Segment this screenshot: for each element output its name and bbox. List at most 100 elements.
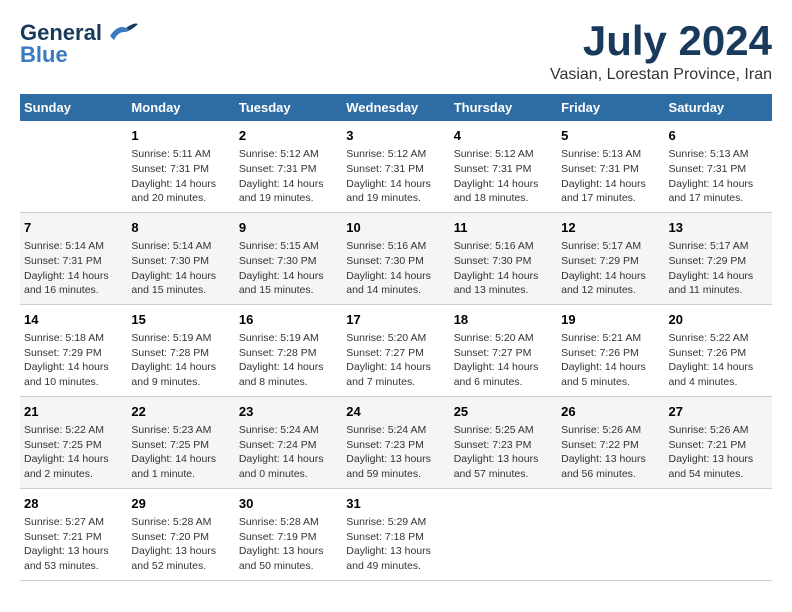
calendar-cell [20, 121, 127, 212]
calendar-cell [665, 488, 772, 580]
day-info: Sunrise: 5:18 AM Sunset: 7:29 PM Dayligh… [24, 331, 123, 390]
day-number: 21 [24, 403, 123, 421]
calendar-week-row: 21 Sunrise: 5:22 AM Sunset: 7:25 PM Dayli… [20, 396, 772, 488]
day-info: Sunrise: 5:20 AM Sunset: 7:27 PM Dayligh… [346, 331, 445, 390]
calendar-week-row: 1 Sunrise: 5:11 AM Sunset: 7:31 PM Daylig… [20, 121, 772, 212]
day-info: Sunrise: 5:14 AM Sunset: 7:31 PM Dayligh… [24, 239, 123, 298]
day-number: 11 [454, 219, 553, 237]
month-title: July 2024 [550, 20, 772, 62]
day-info: Sunrise: 5:22 AM Sunset: 7:25 PM Dayligh… [24, 423, 123, 482]
col-friday: Friday [557, 94, 664, 121]
logo-bird-icon [106, 22, 138, 44]
day-number: 20 [669, 311, 768, 329]
calendar-cell: 14 Sunrise: 5:18 AM Sunset: 7:29 PM Dayli… [20, 304, 127, 396]
day-info: Sunrise: 5:22 AM Sunset: 7:26 PM Dayligh… [669, 331, 768, 390]
calendar-week-row: 7 Sunrise: 5:14 AM Sunset: 7:31 PM Daylig… [20, 212, 772, 304]
col-tuesday: Tuesday [235, 94, 342, 121]
day-info: Sunrise: 5:26 AM Sunset: 7:22 PM Dayligh… [561, 423, 660, 482]
day-number: 7 [24, 219, 123, 237]
calendar-cell: 27 Sunrise: 5:26 AM Sunset: 7:21 PM Dayli… [665, 396, 772, 488]
calendar-cell [450, 488, 557, 580]
calendar-cell: 17 Sunrise: 5:20 AM Sunset: 7:27 PM Dayli… [342, 304, 449, 396]
day-info: Sunrise: 5:19 AM Sunset: 7:28 PM Dayligh… [239, 331, 338, 390]
logo-blue: Blue [20, 42, 68, 68]
day-number: 31 [346, 495, 445, 513]
calendar-week-row: 14 Sunrise: 5:18 AM Sunset: 7:29 PM Dayli… [20, 304, 772, 396]
calendar-cell: 30Sunrise: 5:28 AM Sunset: 7:19 PM Dayli… [235, 488, 342, 580]
calendar-cell: 31 Sunrise: 5:29 AM Sunset: 7:18 PM Dayli… [342, 488, 449, 580]
day-info: Sunrise: 5:24 AM Sunset: 7:23 PM Dayligh… [346, 423, 445, 482]
day-info: Sunrise: 5:16 AM Sunset: 7:30 PM Dayligh… [346, 239, 445, 298]
day-number: 24 [346, 403, 445, 421]
day-info: Sunrise: 5:20 AM Sunset: 7:27 PM Dayligh… [454, 331, 553, 390]
day-info: Sunrise: 5:27 AM Sunset: 7:21 PM Dayligh… [24, 515, 123, 574]
day-info: Sunrise: 5:28 AM Sunset: 7:19 PM Dayligh… [239, 515, 338, 574]
day-info: Sunrise: 5:24 AM Sunset: 7:24 PM Dayligh… [239, 423, 338, 482]
day-number: 18 [454, 311, 553, 329]
day-number: 2 [239, 127, 338, 145]
day-number: 1 [131, 127, 230, 145]
calendar-cell: 2Sunrise: 5:12 AM Sunset: 7:31 PM Daylig… [235, 121, 342, 212]
day-number: 25 [454, 403, 553, 421]
day-number: 14 [24, 311, 123, 329]
day-info: Sunrise: 5:16 AM Sunset: 7:30 PM Dayligh… [454, 239, 553, 298]
day-number: 3 [346, 127, 445, 145]
day-number: 27 [669, 403, 768, 421]
calendar-header-row: Sunday Monday Tuesday Wednesday Thursday… [20, 94, 772, 121]
day-info: Sunrise: 5:12 AM Sunset: 7:31 PM Dayligh… [346, 147, 445, 206]
day-info: Sunrise: 5:25 AM Sunset: 7:23 PM Dayligh… [454, 423, 553, 482]
logo: General Blue [20, 20, 138, 68]
day-number: 28 [24, 495, 123, 513]
day-number: 29 [131, 495, 230, 513]
day-info: Sunrise: 5:23 AM Sunset: 7:25 PM Dayligh… [131, 423, 230, 482]
day-number: 19 [561, 311, 660, 329]
calendar-cell: 5 Sunrise: 5:13 AM Sunset: 7:31 PM Daylig… [557, 121, 664, 212]
calendar-cell: 16Sunrise: 5:19 AM Sunset: 7:28 PM Dayli… [235, 304, 342, 396]
calendar-cell: 9 Sunrise: 5:15 AM Sunset: 7:30 PM Daylig… [235, 212, 342, 304]
calendar-cell: 1 Sunrise: 5:11 AM Sunset: 7:31 PM Daylig… [127, 121, 234, 212]
day-number: 8 [131, 219, 230, 237]
calendar-cell: 29Sunrise: 5:28 AM Sunset: 7:20 PM Dayli… [127, 488, 234, 580]
day-info: Sunrise: 5:26 AM Sunset: 7:21 PM Dayligh… [669, 423, 768, 482]
calendar-cell: 19 Sunrise: 5:21 AM Sunset: 7:26 PM Dayli… [557, 304, 664, 396]
calendar-cell: 21 Sunrise: 5:22 AM Sunset: 7:25 PM Dayli… [20, 396, 127, 488]
calendar-cell: 22Sunrise: 5:23 AM Sunset: 7:25 PM Dayli… [127, 396, 234, 488]
col-sunday: Sunday [20, 94, 127, 121]
day-number: 23 [239, 403, 338, 421]
day-info: Sunrise: 5:14 AM Sunset: 7:30 PM Dayligh… [131, 239, 230, 298]
day-info: Sunrise: 5:12 AM Sunset: 7:31 PM Dayligh… [454, 147, 553, 206]
calendar-week-row: 28 Sunrise: 5:27 AM Sunset: 7:21 PM Dayli… [20, 488, 772, 580]
day-number: 5 [561, 127, 660, 145]
calendar-cell: 11 Sunrise: 5:16 AM Sunset: 7:30 PM Dayli… [450, 212, 557, 304]
day-info: Sunrise: 5:29 AM Sunset: 7:18 PM Dayligh… [346, 515, 445, 574]
calendar-cell: 10 Sunrise: 5:16 AM Sunset: 7:30 PM Dayli… [342, 212, 449, 304]
day-number: 13 [669, 219, 768, 237]
day-number: 17 [346, 311, 445, 329]
calendar-table: Sunday Monday Tuesday Wednesday Thursday… [20, 94, 772, 581]
location-title: Vasian, Lorestan Province, Iran [550, 66, 772, 84]
day-info: Sunrise: 5:13 AM Sunset: 7:31 PM Dayligh… [561, 147, 660, 206]
day-info: Sunrise: 5:15 AM Sunset: 7:30 PM Dayligh… [239, 239, 338, 298]
calendar-cell: 20 Sunrise: 5:22 AM Sunset: 7:26 PM Dayli… [665, 304, 772, 396]
calendar-cell: 12Sunrise: 5:17 AM Sunset: 7:29 PM Dayli… [557, 212, 664, 304]
calendar-cell: 3 Sunrise: 5:12 AM Sunset: 7:31 PM Daylig… [342, 121, 449, 212]
calendar-cell [557, 488, 664, 580]
calendar-cell: 25 Sunrise: 5:25 AM Sunset: 7:23 PM Dayli… [450, 396, 557, 488]
day-number: 10 [346, 219, 445, 237]
day-number: 26 [561, 403, 660, 421]
day-info: Sunrise: 5:17 AM Sunset: 7:29 PM Dayligh… [669, 239, 768, 298]
day-number: 15 [131, 311, 230, 329]
calendar-cell: 6 Sunrise: 5:13 AM Sunset: 7:31 PM Daylig… [665, 121, 772, 212]
day-number: 9 [239, 219, 338, 237]
day-info: Sunrise: 5:21 AM Sunset: 7:26 PM Dayligh… [561, 331, 660, 390]
day-number: 12 [561, 219, 660, 237]
day-info: Sunrise: 5:13 AM Sunset: 7:31 PM Dayligh… [669, 147, 768, 206]
calendar-cell: 15Sunrise: 5:19 AM Sunset: 7:28 PM Dayli… [127, 304, 234, 396]
day-info: Sunrise: 5:11 AM Sunset: 7:31 PM Dayligh… [131, 147, 230, 206]
calendar-cell: 13 Sunrise: 5:17 AM Sunset: 7:29 PM Dayli… [665, 212, 772, 304]
day-number: 6 [669, 127, 768, 145]
calendar-cell: 7 Sunrise: 5:14 AM Sunset: 7:31 PM Daylig… [20, 212, 127, 304]
calendar-cell: 23 Sunrise: 5:24 AM Sunset: 7:24 PM Dayli… [235, 396, 342, 488]
col-wednesday: Wednesday [342, 94, 449, 121]
calendar-cell: 4Sunrise: 5:12 AM Sunset: 7:31 PM Daylig… [450, 121, 557, 212]
